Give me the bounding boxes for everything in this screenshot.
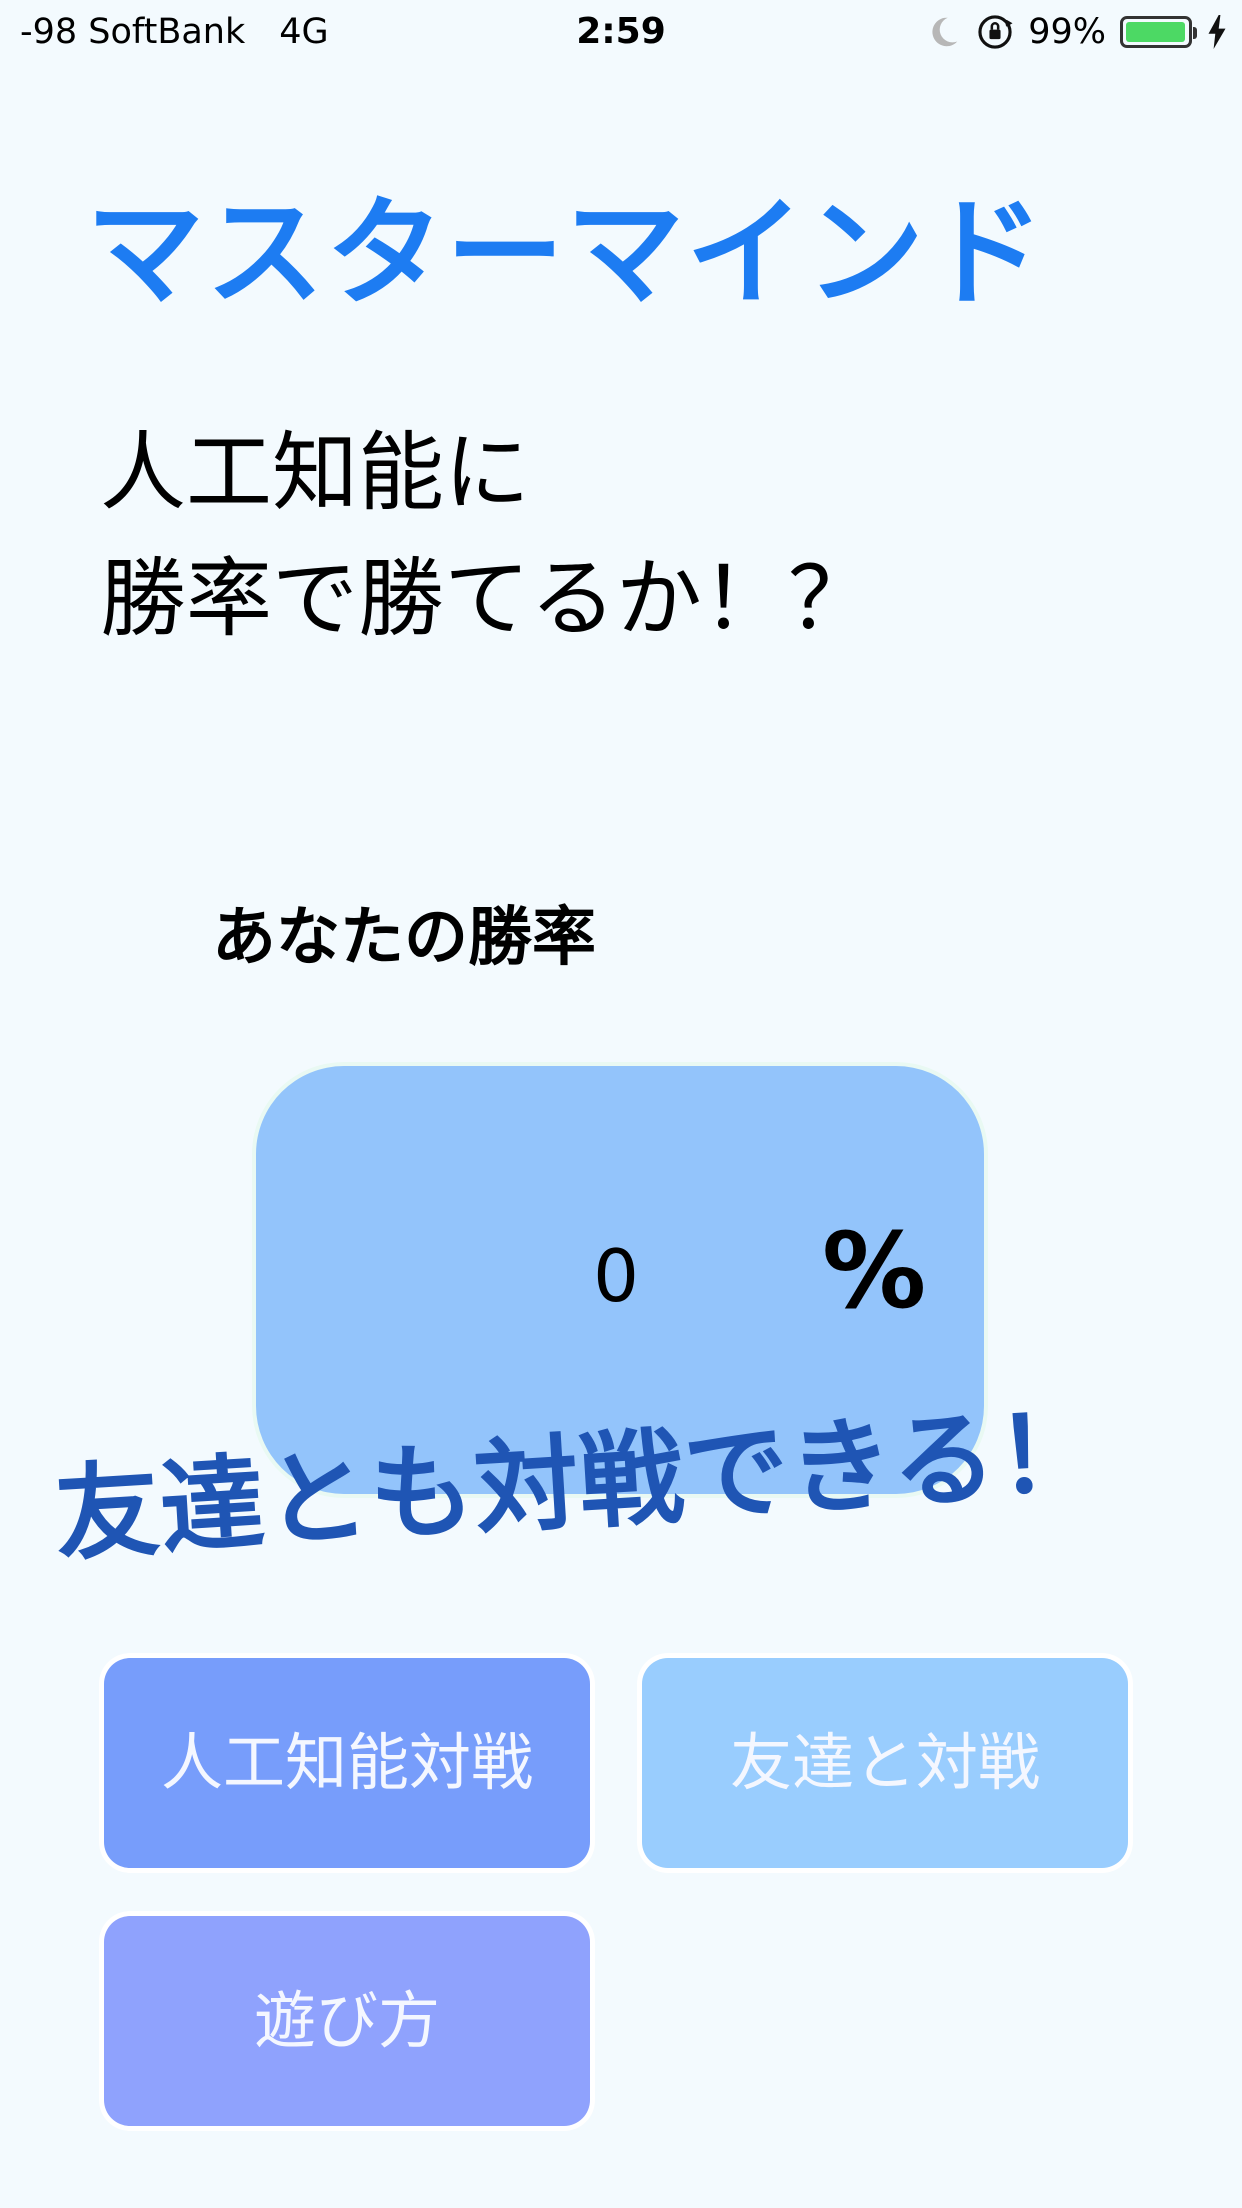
battery-level-fill [1126, 22, 1185, 42]
winrate-value: 0 [593, 1234, 639, 1318]
friends-battle-banner: 友達とも対戦できる！ [51, 1390, 1106, 1577]
orientation-lock-icon [976, 13, 1014, 51]
how-to-play-button[interactable]: 遊び方 [104, 1916, 590, 2126]
battery-percent: 99% [1028, 12, 1106, 52]
app-title: マスターマインド [86, 184, 1047, 322]
status-bar: -98 SoftBank 4G 2:59 99% [0, 0, 1242, 62]
ai-battle-button[interactable]: 人工知能対戦 [104, 1658, 590, 1868]
moon-icon [924, 13, 962, 51]
tagline-line-2: 勝率で勝てるか！？ [100, 549, 874, 649]
winrate-label: あなたの勝率 [212, 901, 596, 975]
status-right-group: 99% [924, 12, 1228, 52]
tagline-line-1: 人工知能に [100, 423, 530, 523]
charging-bolt-icon [1206, 15, 1228, 49]
tagline: 人工知能に 勝率で勝てるか！？ [100, 410, 874, 662]
winrate-unit: % [822, 1210, 927, 1332]
friend-battle-button[interactable]: 友達と対戦 [642, 1658, 1128, 1868]
battery-icon [1120, 16, 1197, 48]
